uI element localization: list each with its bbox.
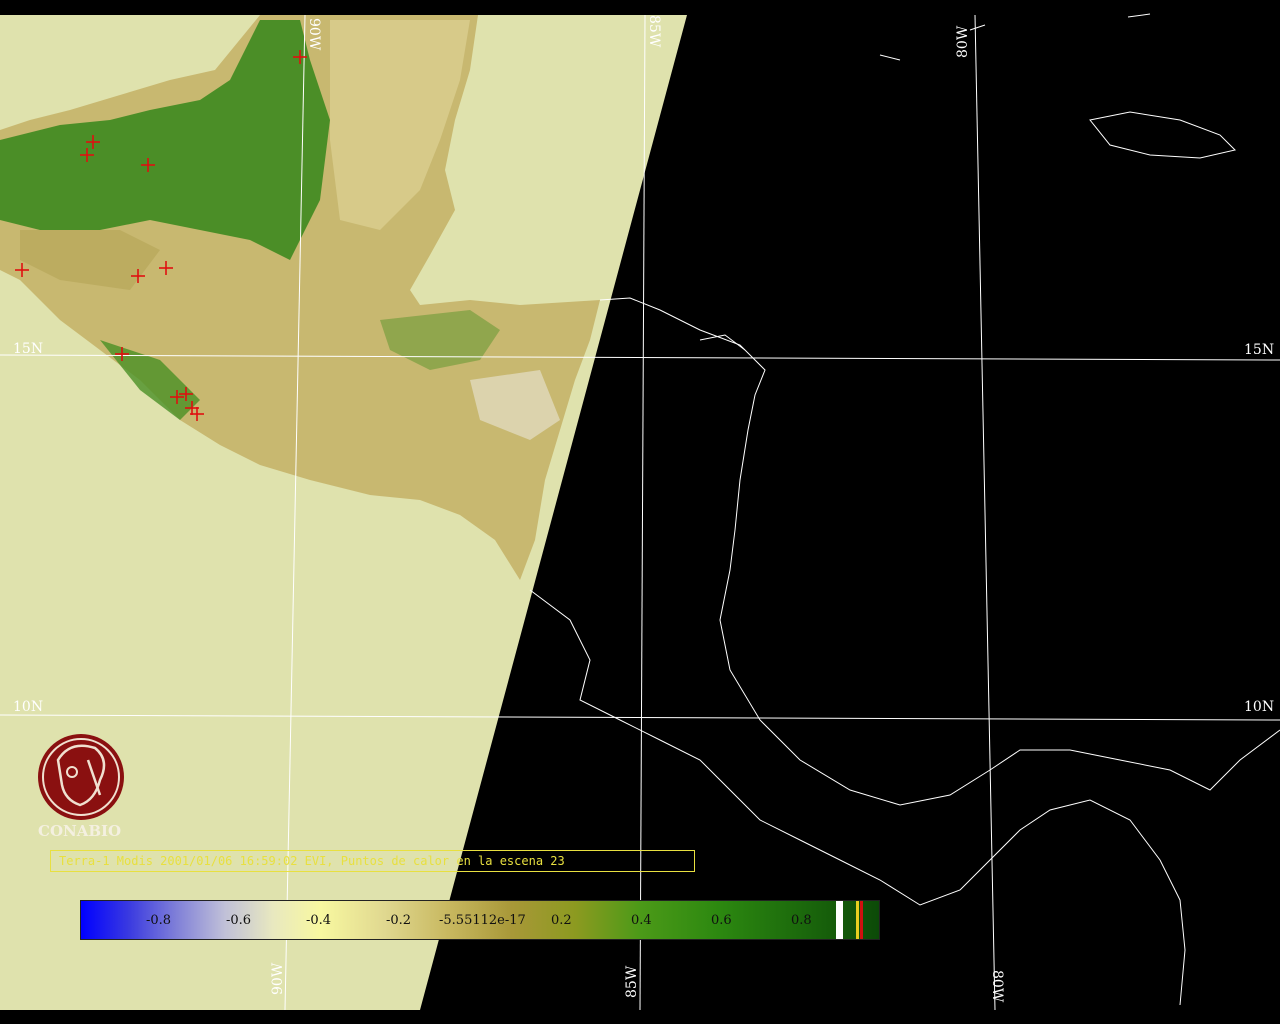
lon-label-80w-bottom: 80W (989, 970, 1005, 1003)
colorbar-yellow-band (856, 901, 859, 939)
colorbar-white-band (836, 901, 843, 939)
colorbar-red-band (860, 901, 863, 939)
colorbar-tick: 0.2 (551, 913, 572, 928)
lat-label-10n-left: 10N (13, 699, 43, 715)
lon-label-90w-bottom: 90W (270, 962, 286, 995)
colorbar-tick: -0.8 (146, 913, 172, 928)
lon-label-85w-bottom: 85W (624, 965, 640, 998)
colorbar-tick: -0.4 (306, 913, 332, 928)
colorbar-tick: 0.4 (631, 913, 652, 928)
lat-label-10n-right: 10N (1244, 699, 1274, 715)
conabio-emblem-icon (38, 734, 124, 820)
conabio-logo-text: CONABIO (38, 822, 122, 840)
evi-colorbar: -0.8 -0.6 -0.4 -0.2 -5.55112e-17 0.2 0.4… (80, 900, 880, 940)
colorbar-tick: -0.6 (226, 913, 252, 928)
lon-label-90w-top: 90W (306, 18, 322, 51)
lat-label-15n-left: 15N (13, 341, 43, 357)
colorbar-tick: -5.55112e-17 (439, 913, 526, 928)
lon-label-80w-top: 80W (955, 25, 971, 58)
scene-caption: Terra-1 Modis 2001/01/06 16:59:02 EVI, P… (50, 850, 695, 872)
colorbar-tick: 0.8 (791, 913, 812, 928)
colorbar-tick: -0.2 (386, 913, 412, 928)
colorbar-tick: 0.6 (711, 913, 732, 928)
lon-label-85w-top: 85W (646, 15, 662, 48)
lat-label-15n-right: 15N (1244, 342, 1274, 358)
